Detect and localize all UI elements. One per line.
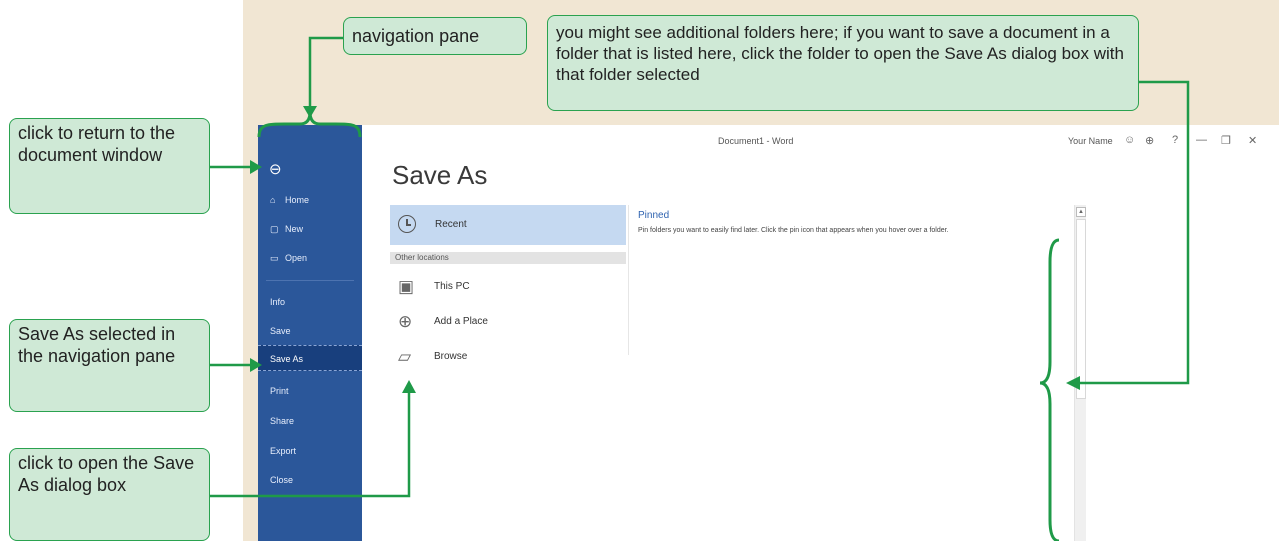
folders-brace bbox=[1039, 238, 1060, 541]
arrowhead bbox=[303, 106, 317, 118]
arrowhead bbox=[402, 380, 416, 393]
callout-save-as-selected: Save As selected in the navigation pane bbox=[9, 319, 210, 412]
callout-navigation-pane: navigation pane bbox=[343, 17, 527, 55]
nav-pane-leader bbox=[308, 36, 343, 108]
arrowhead bbox=[250, 358, 262, 372]
folders-leader bbox=[1078, 80, 1190, 385]
arrowhead bbox=[1066, 376, 1080, 390]
callout-return-to-document: click to return to the document window bbox=[9, 118, 210, 214]
browse-leader bbox=[210, 392, 411, 498]
callout-open-dialog: click to open the Save As dialog box bbox=[9, 448, 210, 541]
arrowhead bbox=[250, 160, 262, 174]
callout-additional-folders: you might see additional folders here; i… bbox=[547, 15, 1139, 111]
